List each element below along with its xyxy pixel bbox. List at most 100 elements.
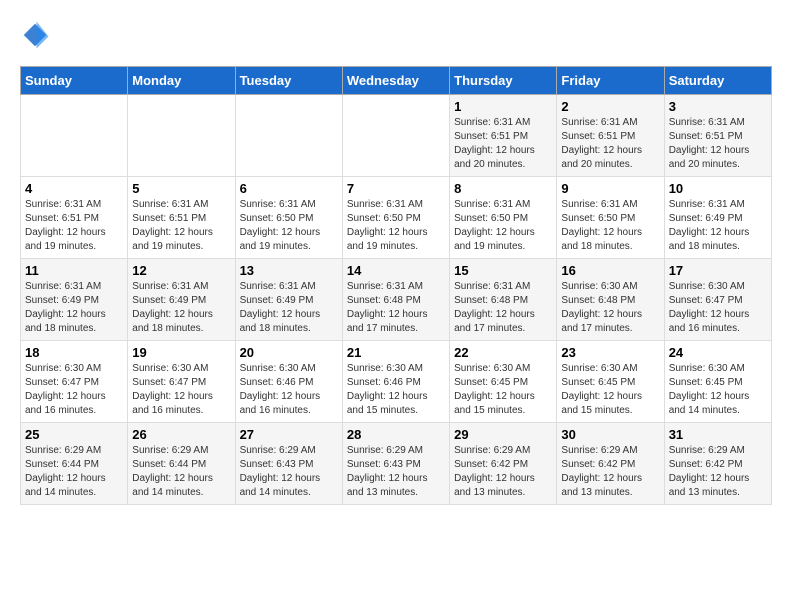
day-number: 16 bbox=[561, 263, 659, 278]
calendar-cell: 19 Sunrise: 6:30 AM Sunset: 6:47 PM Dayli… bbox=[128, 341, 235, 423]
day-number: 29 bbox=[454, 427, 552, 442]
calendar-cell: 4Sunrise: 6:31 AM Sunset: 6:51 PM Daylig… bbox=[21, 177, 128, 259]
calendar-cell: 10 Sunrise: 6:31 AM Sunset: 6:49 PM Dayli… bbox=[664, 177, 771, 259]
day-number: 25 bbox=[25, 427, 123, 442]
page-header bbox=[20, 20, 772, 50]
day-info: Sunrise: 6:29 AM Sunset: 6:43 PM Dayligh… bbox=[240, 444, 338, 500]
day-number: 3 bbox=[669, 99, 767, 114]
calendar-cell: 24Sunrise: 6:30 AM Sunset: 6:45 PM Dayli… bbox=[664, 341, 771, 423]
calendar-week-3: 11 Sunrise: 6:31 AM Sunset: 6:49 PM Dayli… bbox=[21, 259, 772, 341]
day-info: Sunrise: 6:31 AM Sunset: 6:48 PM Dayligh… bbox=[454, 280, 552, 336]
days-header-row: SundayMondayTuesdayWednesdayThursdayFrid… bbox=[21, 67, 772, 95]
calendar-cell: 2 Sunrise: 6:31 AM Sunset: 6:51 PM Daylig… bbox=[557, 95, 664, 177]
calendar-cell: 26 Sunrise: 6:29 AM Sunset: 6:44 PM Dayli… bbox=[128, 423, 235, 505]
day-info: Sunrise: 6:31 AM Sunset: 6:49 PM Dayligh… bbox=[669, 198, 767, 254]
day-info: Sunrise: 6:30 AM Sunset: 6:46 PM Dayligh… bbox=[240, 362, 338, 418]
calendar-cell: 9 Sunrise: 6:31 AM Sunset: 6:50 PM Daylig… bbox=[557, 177, 664, 259]
day-header-saturday: Saturday bbox=[664, 67, 771, 95]
calendar-cell bbox=[21, 95, 128, 177]
calendar-cell: 31 Sunrise: 6:29 AM Sunset: 6:42 PM Dayli… bbox=[664, 423, 771, 505]
day-number: 26 bbox=[132, 427, 230, 442]
day-info: Sunrise: 6:31 AM Sunset: 6:51 PM Dayligh… bbox=[454, 116, 552, 172]
day-header-friday: Friday bbox=[557, 67, 664, 95]
calendar-cell: 16 Sunrise: 6:30 AM Sunset: 6:48 PM Dayli… bbox=[557, 259, 664, 341]
day-info: Sunrise: 6:29 AM Sunset: 6:44 PM Dayligh… bbox=[132, 444, 230, 500]
day-number: 9 bbox=[561, 181, 659, 196]
day-number: 1 bbox=[454, 99, 552, 114]
calendar-cell: 6 Sunrise: 6:31 AM Sunset: 6:50 PM Daylig… bbox=[235, 177, 342, 259]
calendar-cell: 5 Sunrise: 6:31 AM Sunset: 6:51 PM Daylig… bbox=[128, 177, 235, 259]
day-info: Sunrise: 6:30 AM Sunset: 6:48 PM Dayligh… bbox=[561, 280, 659, 336]
day-number: 10 bbox=[669, 181, 767, 196]
day-number: 27 bbox=[240, 427, 338, 442]
day-info: Sunrise: 6:31 AM Sunset: 6:50 PM Dayligh… bbox=[561, 198, 659, 254]
day-header-tuesday: Tuesday bbox=[235, 67, 342, 95]
day-number: 18 bbox=[25, 345, 123, 360]
day-number: 7 bbox=[347, 181, 445, 196]
day-number: 28 bbox=[347, 427, 445, 442]
calendar-cell bbox=[128, 95, 235, 177]
day-number: 2 bbox=[561, 99, 659, 114]
day-info: Sunrise: 6:31 AM Sunset: 6:51 PM Dayligh… bbox=[132, 198, 230, 254]
calendar-cell: 21Sunrise: 6:30 AM Sunset: 6:46 PM Dayli… bbox=[342, 341, 449, 423]
day-number: 12 bbox=[132, 263, 230, 278]
calendar-week-5: 25 Sunrise: 6:29 AM Sunset: 6:44 PM Dayli… bbox=[21, 423, 772, 505]
day-info: Sunrise: 6:29 AM Sunset: 6:42 PM Dayligh… bbox=[669, 444, 767, 500]
day-number: 30 bbox=[561, 427, 659, 442]
calendar-week-1: 1 Sunrise: 6:31 AM Sunset: 6:51 PM Daylig… bbox=[21, 95, 772, 177]
calendar-week-2: 4Sunrise: 6:31 AM Sunset: 6:51 PM Daylig… bbox=[21, 177, 772, 259]
calendar-cell: 11 Sunrise: 6:31 AM Sunset: 6:49 PM Dayli… bbox=[21, 259, 128, 341]
day-header-thursday: Thursday bbox=[450, 67, 557, 95]
day-info: Sunrise: 6:31 AM Sunset: 6:49 PM Dayligh… bbox=[25, 280, 123, 336]
day-header-wednesday: Wednesday bbox=[342, 67, 449, 95]
day-number: 17 bbox=[669, 263, 767, 278]
day-info: Sunrise: 6:31 AM Sunset: 6:51 PM Dayligh… bbox=[25, 198, 123, 254]
calendar-cell: 28 Sunrise: 6:29 AM Sunset: 6:43 PM Dayli… bbox=[342, 423, 449, 505]
day-info: Sunrise: 6:31 AM Sunset: 6:51 PM Dayligh… bbox=[561, 116, 659, 172]
calendar-cell: 25 Sunrise: 6:29 AM Sunset: 6:44 PM Dayli… bbox=[21, 423, 128, 505]
calendar-cell: 18 Sunrise: 6:30 AM Sunset: 6:47 PM Dayli… bbox=[21, 341, 128, 423]
day-number: 14 bbox=[347, 263, 445, 278]
calendar-cell bbox=[235, 95, 342, 177]
calendar-cell: 29 Sunrise: 6:29 AM Sunset: 6:42 PM Dayli… bbox=[450, 423, 557, 505]
day-number: 5 bbox=[132, 181, 230, 196]
calendar-cell: 14 Sunrise: 6:31 AM Sunset: 6:48 PM Dayli… bbox=[342, 259, 449, 341]
day-number: 20 bbox=[240, 345, 338, 360]
calendar-cell: 3Sunrise: 6:31 AM Sunset: 6:51 PM Daylig… bbox=[664, 95, 771, 177]
calendar-table: SundayMondayTuesdayWednesdayThursdayFrid… bbox=[20, 66, 772, 505]
day-info: Sunrise: 6:31 AM Sunset: 6:49 PM Dayligh… bbox=[132, 280, 230, 336]
day-info: Sunrise: 6:30 AM Sunset: 6:47 PM Dayligh… bbox=[132, 362, 230, 418]
day-info: Sunrise: 6:30 AM Sunset: 6:47 PM Dayligh… bbox=[25, 362, 123, 418]
calendar-cell: 1 Sunrise: 6:31 AM Sunset: 6:51 PM Daylig… bbox=[450, 95, 557, 177]
calendar-cell: 23 Sunrise: 6:30 AM Sunset: 6:45 PM Dayli… bbox=[557, 341, 664, 423]
calendar-cell: 30Sunrise: 6:29 AM Sunset: 6:42 PM Dayli… bbox=[557, 423, 664, 505]
day-number: 6 bbox=[240, 181, 338, 196]
day-info: Sunrise: 6:29 AM Sunset: 6:43 PM Dayligh… bbox=[347, 444, 445, 500]
day-info: Sunrise: 6:31 AM Sunset: 6:50 PM Dayligh… bbox=[454, 198, 552, 254]
logo-icon bbox=[20, 20, 50, 50]
day-info: Sunrise: 6:29 AM Sunset: 6:42 PM Dayligh… bbox=[454, 444, 552, 500]
calendar-cell: 15 Sunrise: 6:31 AM Sunset: 6:48 PM Dayli… bbox=[450, 259, 557, 341]
day-info: Sunrise: 6:30 AM Sunset: 6:45 PM Dayligh… bbox=[454, 362, 552, 418]
day-number: 22 bbox=[454, 345, 552, 360]
calendar-cell: 22 Sunrise: 6:30 AM Sunset: 6:45 PM Dayli… bbox=[450, 341, 557, 423]
day-number: 21 bbox=[347, 345, 445, 360]
day-number: 15 bbox=[454, 263, 552, 278]
day-info: Sunrise: 6:31 AM Sunset: 6:48 PM Dayligh… bbox=[347, 280, 445, 336]
day-info: Sunrise: 6:30 AM Sunset: 6:45 PM Dayligh… bbox=[669, 362, 767, 418]
day-info: Sunrise: 6:29 AM Sunset: 6:44 PM Dayligh… bbox=[25, 444, 123, 500]
logo bbox=[20, 20, 56, 50]
calendar-cell: 7 Sunrise: 6:31 AM Sunset: 6:50 PM Daylig… bbox=[342, 177, 449, 259]
calendar-cell: 8Sunrise: 6:31 AM Sunset: 6:50 PM Daylig… bbox=[450, 177, 557, 259]
calendar-cell: 13Sunrise: 6:31 AM Sunset: 6:49 PM Dayli… bbox=[235, 259, 342, 341]
day-number: 23 bbox=[561, 345, 659, 360]
day-info: Sunrise: 6:31 AM Sunset: 6:50 PM Dayligh… bbox=[347, 198, 445, 254]
day-info: Sunrise: 6:30 AM Sunset: 6:45 PM Dayligh… bbox=[561, 362, 659, 418]
day-number: 19 bbox=[132, 345, 230, 360]
day-number: 31 bbox=[669, 427, 767, 442]
calendar-cell: 17Sunrise: 6:30 AM Sunset: 6:47 PM Dayli… bbox=[664, 259, 771, 341]
calendar-cell bbox=[342, 95, 449, 177]
day-info: Sunrise: 6:31 AM Sunset: 6:50 PM Dayligh… bbox=[240, 198, 338, 254]
day-number: 13 bbox=[240, 263, 338, 278]
day-number: 11 bbox=[25, 263, 123, 278]
